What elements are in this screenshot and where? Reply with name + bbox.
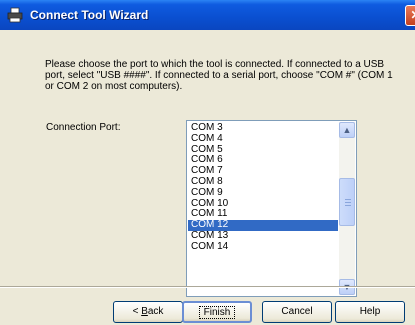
grip-line [345,202,351,203]
scroll-thumb[interactable] [339,178,355,226]
listbox-scrollbar[interactable]: ▲ ▼ [339,122,355,295]
connection-port-label: Connection Port: [46,122,121,133]
port-option[interactable]: COM 4 [188,133,338,145]
chevron-up-icon: ▲ [342,125,352,135]
button-separator [0,286,415,288]
cancel-button[interactable]: Cancel [262,301,332,323]
title-bar: Connect Tool Wizard ✕ [0,0,415,30]
grip-line [345,199,351,200]
port-option[interactable]: COM 9 [188,187,338,199]
back-button[interactable]: < Back [113,301,183,323]
printer-icon [7,7,23,23]
instructions-text: Please choose the port to which the tool… [45,59,393,92]
scroll-up-button[interactable]: ▲ [339,122,355,138]
connection-port-listbox[interactable]: COM 3 COM 4 COM 5 COM 6 COM 7 COM 8 COM 9 COM 1… [186,120,357,297]
port-option[interactable]: COM 14 [188,241,338,253]
grip-line [345,205,351,206]
close-button[interactable]: ✕ [405,5,415,26]
help-button[interactable]: Help [335,301,405,323]
dialog-body: Please choose the port to which the tool… [0,30,415,325]
finish-button[interactable]: Finish [182,301,252,323]
window-title: Connect Tool Wizard [30,8,149,22]
close-icon: ✕ [410,8,415,22]
port-list: COM 3 COM 4 COM 5 COM 6 COM 7 COM 8 COM 9 COM 1… [188,122,338,253]
